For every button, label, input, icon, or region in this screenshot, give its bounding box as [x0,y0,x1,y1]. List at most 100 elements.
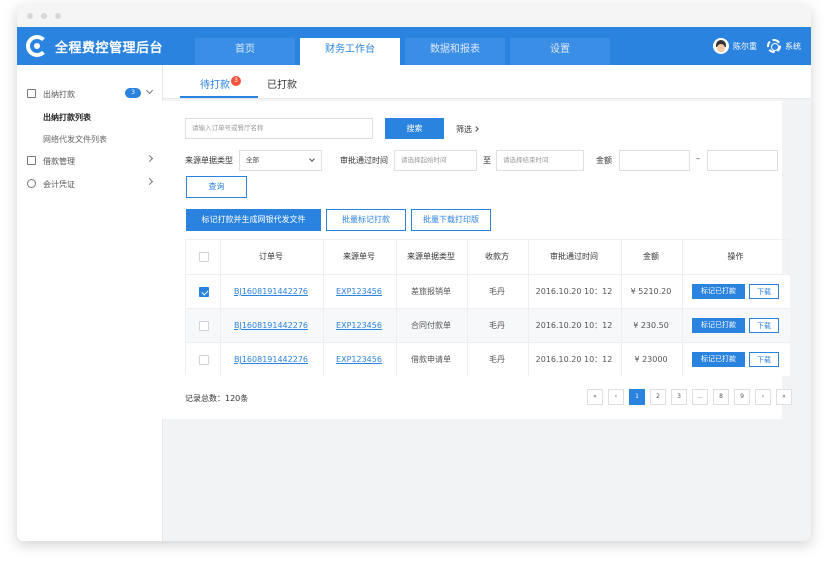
amount-min-input[interactable] [619,150,690,171]
window-dot-maximize[interactable] [55,13,61,19]
tab-home[interactable]: 首页 [195,38,295,65]
sidebar-item-loan[interactable]: 借款管理 [17,151,163,171]
loan-icon [27,156,36,165]
sidebar-item-label: 会计凭证 [43,180,75,189]
source-number-link[interactable]: EXP123456 [323,343,395,377]
sidebar-item-label: 借款管理 [43,157,75,166]
pager-first[interactable]: « [587,389,603,405]
end-date-input[interactable]: 请选择结束时间 [496,150,584,171]
voucher-icon [27,179,36,188]
tab-finance-workbench[interactable]: 财务工作台 [300,38,400,65]
order-number-link[interactable]: BJ1608191442276 [220,309,322,343]
pager-page-2[interactable]: 2 [650,389,666,405]
system-link[interactable]: 系统 [785,41,801,52]
payee-cell: 毛丹 [489,321,505,330]
col-payee: 收款方 [485,252,509,261]
sidebar-item-label: 出纳打款 [43,90,75,99]
order-number-link[interactable]: BJ1608191442276 [220,343,322,377]
chevron-right-icon [145,177,154,186]
window-titlebar [17,5,811,27]
amount-max-input[interactable] [707,150,778,171]
record-total: 记录总数：120条 [185,394,249,403]
download-button[interactable]: 下载 [749,352,779,367]
sidebar-item-voucher[interactable]: 会计凭证 [17,174,163,194]
gear-icon[interactable] [767,39,781,53]
approval-time-cell: 2016.10.20 10：12 [535,287,613,296]
cashier-icon [27,89,36,98]
mark-paid-button[interactable]: 标记已打款 [692,284,745,299]
query-button[interactable]: 查询 [186,176,247,198]
pager-page-9[interactable]: 9 [734,389,750,405]
active-tab-indicator [180,96,258,98]
mark-and-generate-button[interactable]: 标记打款并生成网银代发文件 [186,209,321,231]
tab-data-reports[interactable]: 数据和报表 [405,38,505,65]
logo-icon [26,35,48,57]
sidebar-item-cashier[interactable]: 出纳打款 3 [17,84,163,104]
filter-toggle[interactable]: 筛选 [456,124,472,135]
order-number-link[interactable]: BJ1608191442276 [220,275,322,309]
user-name[interactable]: 陈尔重 [733,41,757,52]
column-divider [528,240,529,376]
table-row: BJ1608191442276 EXP123456 差旅报销单 毛丹 2016.… [186,274,790,308]
approval-time-label: 审批通过时间 [340,156,388,165]
pager-prev[interactable]: ‹ [608,389,624,405]
window-dot-minimize[interactable] [41,13,47,19]
column-divider [396,240,397,376]
source-type-cell: 合同付款单 [411,321,451,330]
source-type-label: 来源单据类型 [185,156,233,165]
mark-paid-button[interactable]: 标记已打款 [692,352,745,367]
source-number-link[interactable]: EXP123456 [323,309,395,343]
col-approval-time: 审批通过时间 [550,252,598,261]
pager-page-3[interactable]: 3 [671,389,687,405]
column-divider [621,240,622,376]
col-amount: 金额 [643,252,659,261]
table-row: BJ1608191442276 EXP123456 借款申请单 毛丹 2016.… [186,342,790,376]
payee-cell: 毛丹 [489,355,505,364]
subtabs-bar: 待打款 3 已打款 [163,65,811,99]
approval-time-cell: 2016.10.20 10：12 [535,355,613,364]
mark-paid-button[interactable]: 标记已打款 [692,318,745,333]
sidebar-sub-bank-file-list[interactable]: 网络代发文件列表 [43,134,107,145]
batch-mark-button[interactable]: 批量标记打款 [326,209,406,231]
row-checkbox[interactable] [199,321,209,331]
chevron-down-icon [145,86,154,95]
download-button[interactable]: 下载 [749,318,779,333]
app-title: 全程费控管理后台 [55,41,164,56]
column-divider [682,240,683,376]
pending-count-badge: 3 [231,76,241,86]
pager-page-8[interactable]: 8 [713,389,729,405]
top-header: 全程费控管理后台 首页 财务工作台 数据和报表 设置 陈尔重 系统 [17,27,811,65]
tab-settings[interactable]: 设置 [510,38,610,65]
pager-last[interactable]: » [776,389,792,405]
search-input[interactable]: 请输入订单号或餐厅名称 [185,118,373,139]
batch-download-button[interactable]: 批量下载打印版 [411,209,491,231]
pager-page-1[interactable]: 1 [629,389,645,405]
source-number-link[interactable]: EXP123456 [323,275,395,309]
payee-cell: 毛丹 [489,287,505,296]
tab-pending-payment[interactable]: 待打款 [200,76,230,91]
select-all-checkbox[interactable] [199,252,209,262]
column-divider [467,240,468,376]
amount-cell: ¥ 5210.20 [630,287,672,296]
chevron-right-icon [145,154,154,163]
search-button[interactable]: 搜索 [385,118,444,139]
start-date-input[interactable]: 请选择起始时间 [394,150,477,171]
source-type-cell: 差旅报销单 [411,287,451,296]
download-button[interactable]: 下载 [749,284,779,299]
amount-cell: ¥ 230.50 [633,321,669,330]
row-checkbox[interactable] [199,355,209,365]
pager-ellipsis: ... [692,389,708,405]
tab-paid[interactable]: 已打款 [267,76,297,91]
column-divider [323,240,324,376]
column-divider [220,240,221,376]
window-dot-close[interactable] [27,13,33,19]
col-order-number: 订单号 [259,252,283,261]
row-checkbox[interactable] [199,287,209,297]
avatar[interactable] [713,38,729,54]
amount-label: 金额 [596,156,612,165]
count-badge: 3 [125,88,141,98]
chevron-down-icon [309,156,315,162]
source-type-select[interactable]: 全部 [239,150,322,171]
sidebar-sub-cashier-list[interactable]: 出纳打款列表 [43,112,91,123]
pager-next[interactable]: › [755,389,771,405]
